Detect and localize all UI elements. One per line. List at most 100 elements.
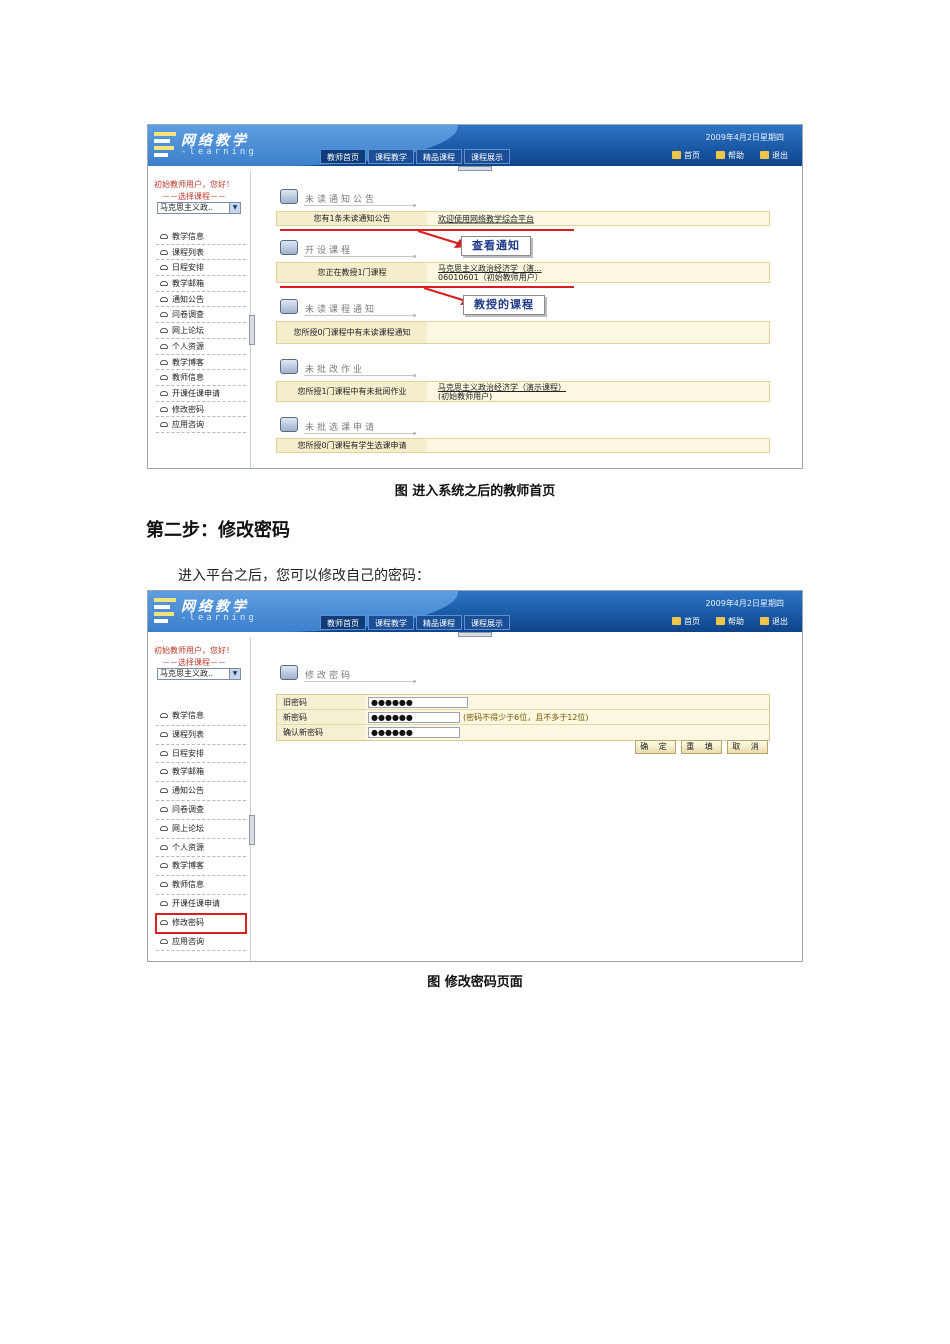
cloud-icon [160,296,168,302]
new-password-input[interactable]: ●●●●●● [368,712,460,723]
choose-course-label: －－选择课程－－ [162,658,226,667]
cloud-icon [160,919,168,925]
tab-teacher-home[interactable]: 教师首页 [320,149,366,164]
cloud-icon [160,359,168,365]
section-title: 未批选课申请 [305,423,378,433]
top-links: 首页 帮助 退出 [672,616,788,628]
sidebar-menu: 教学信息 课程列表 日程安排 教学邮箱 通知公告 问卷调查 网上论坛 个人资源 … [155,707,247,952]
figure-caption-home: 图 进入系统之后的教师首页 [394,484,556,499]
course-requests-row: 您所授0门课程有学生选课申请 [276,438,770,453]
sidebar-item-schedule[interactable]: 日程安排 [156,260,246,277]
tab-course-teaching[interactable]: 课程教学 [368,615,414,630]
old-password-row: 旧密码 ●●●●●● [277,695,769,710]
portal-header: 网络教学 -learning 2009年4月2日星期四 教师首页 课程教学 精品… [148,591,802,632]
sidebar-item-survey[interactable]: 问卷调查 [156,801,246,820]
course-link[interactable]: 马克思主义政治经济学（演... 06010601（初始教师用户） [438,264,543,282]
sidebar-item-survey[interactable]: 问卷调查 [156,307,246,324]
sidebar-item-label: 教学信息 [172,711,204,720]
notice-link-text: 欢迎使用网络教学综合平台 [438,214,534,223]
cancel-button[interactable]: 取 消 [727,740,768,754]
home-link[interactable]: 首页 [672,150,700,162]
old-password-label: 旧密码 [277,695,365,709]
cloud-icon [160,422,168,428]
sidebar-item-forum[interactable]: 网上论坛 [156,323,246,339]
course-select[interactable]: 马克思主义政.. ▼ [157,202,241,214]
sidebar-item-label: 通知公告 [172,786,204,796]
old-password-input[interactable]: ●●●●●● [368,697,468,708]
sidebar-item-label: 日程安排 [172,263,204,273]
sidebar-item-forum[interactable]: 网上论坛 [156,820,246,839]
sidebar-item-change-password[interactable]: 修改密码 [155,912,247,934]
row-label: 您所授1门课程中有未批阅作业 [277,382,427,401]
help-book-icon [716,151,725,159]
tab-quality-courses[interactable]: 精品课程 [416,615,462,630]
home-link-label: 首页 [684,151,700,160]
cloud-icon [160,375,168,381]
sidebar-collapse-handle[interactable] [249,815,255,845]
cloud-icon [160,406,168,412]
course-select[interactable]: 马克思主义政.. ▼ [157,668,241,680]
home-link[interactable]: 首页 [672,616,700,628]
sidebar-item-mailbox[interactable]: 教学邮箱 [156,763,246,783]
sidebar-item-label: 教学博客 [172,861,204,871]
tab-quality-courses[interactable]: 精品课程 [416,149,462,164]
sidebar-item-teaching-info[interactable]: 教学信息 [156,707,246,726]
confirm-button[interactable]: 确 定 [635,740,676,754]
sidebar-item-label: 问卷调查 [172,804,204,814]
help-link-label: 帮助 [728,151,744,160]
confirm-password-row: 确认新密码 ●●●●●● [277,725,769,740]
nav-tabs: 教师首页 课程教学 精品课程 课程展示 [320,149,510,164]
homework-link-line2: (初始教师用户) [438,391,493,401]
sidebar-item-blog[interactable]: 教学博客 [156,857,246,877]
tab-course-showcase[interactable]: 课程展示 [464,615,510,630]
cloud-icon [160,844,168,850]
ungraded-homework-row: 您所授1门课程中有未批阅作业 马克思主义政治经济学（演示课程） (初始教师用户) [276,381,770,402]
home-icon [672,617,681,625]
elearning-logo-icon [154,598,176,623]
sidebar-item-resources[interactable]: 个人资源 [156,839,246,858]
sidebar-item-course-list[interactable]: 课程列表 [156,726,246,745]
tab-course-teaching[interactable]: 课程教学 [368,149,414,164]
sidebar-item-consult[interactable]: 应用咨询 [156,933,246,952]
row-label: 您正在教授1门课程 [277,263,427,282]
sidebar-item-label: 开课任课申请 [172,898,220,908]
sidebar-item-resources[interactable]: 个人资源 [156,339,246,355]
sidebar-item-course-apply[interactable]: 开课任课申请 [156,895,246,914]
confirm-password-input[interactable]: ●●●●●● [368,727,460,738]
sidebar-item-change-password[interactable]: 修改密码 [156,402,246,418]
sidebar-item-label: 开课任课申请 [172,388,220,398]
cloud-icon [160,328,168,334]
sidebar-item-teacher-info[interactable]: 教师信息 [156,370,246,386]
cloud-icon [160,713,168,718]
sidebar-item-label: 课程列表 [172,729,204,739]
help-link[interactable]: 帮助 [716,150,744,162]
password-hint: (密码不得少于6位，且不多于12位) [463,713,589,722]
cloud-icon [160,788,168,794]
reset-button[interactable]: 重 填 [681,740,722,754]
sidebar-item-blog[interactable]: 教学博客 [156,355,246,371]
notice-link[interactable]: 欢迎使用网络教学综合平台 [438,214,534,223]
sidebar-item-notices[interactable]: 通知公告 [156,292,246,308]
step-paragraph: 进入平台之后，您可以修改自己的密码： [178,568,430,584]
sidebar-item-notices[interactable]: 通知公告 [156,782,246,801]
confirm-password-label: 确认新密码 [277,725,365,740]
sidebar-item-course-list[interactable]: 课程列表 [156,245,246,261]
sidebar-collapse-handle[interactable] [249,315,255,345]
course-link-line2: 06010601（初始教师用户） [438,272,543,282]
tab-teacher-home[interactable]: 教师首页 [320,615,366,630]
logout-link[interactable]: 退出 [760,616,788,628]
sidebar-item-schedule[interactable]: 日程安排 [156,745,246,764]
figure-caption-password: 图 修改密码页面 [427,975,523,990]
tab-course-showcase[interactable]: 课程展示 [464,149,510,164]
sidebar-item-teacher-info[interactable]: 教师信息 [156,876,246,895]
homework-course-link[interactable]: 马克思主义政治经济学（演示课程） (初始教师用户) [438,383,566,401]
sidebar-item-course-apply[interactable]: 开课任课申请 [156,386,246,402]
cloud-icon [160,806,168,812]
help-link[interactable]: 帮助 [716,616,744,628]
cloud-icon [160,281,168,287]
sidebar-item-mailbox[interactable]: 教学邮箱 [156,276,246,292]
logout-link[interactable]: 退出 [760,150,788,162]
sidebar-item-consult[interactable]: 应用咨询 [156,417,246,433]
cloud-icon [160,900,168,906]
sidebar-item-teaching-info[interactable]: 教学信息 [156,229,246,245]
